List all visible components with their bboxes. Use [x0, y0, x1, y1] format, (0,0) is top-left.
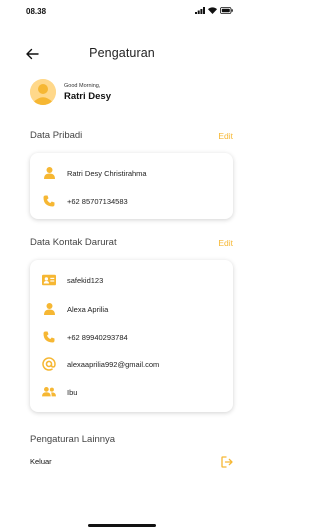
list-item: +62 85707134583: [42, 194, 128, 208]
logout-icon[interactable]: [221, 455, 233, 468]
status-bar: 08.38: [0, 0, 244, 22]
list-item: Ibu: [42, 385, 77, 399]
greeting-block: Good Morning, Ratri Desy: [64, 83, 111, 102]
avatar-icon: [30, 79, 56, 105]
phone-value: +62 85707134583: [67, 196, 128, 206]
list-item: Alexa Aprilia: [42, 302, 108, 316]
status-time: 08.38: [26, 7, 47, 16]
edit-emergency-button[interactable]: Edit: [218, 238, 233, 248]
logout-button[interactable]: Keluar: [30, 457, 52, 466]
wifi-icon: [208, 7, 217, 14]
email-value: alexaaprilia992@gmail.com: [67, 359, 160, 369]
edit-personal-button[interactable]: Edit: [218, 131, 233, 141]
section-title-emergency: Data Kontak Darurat: [30, 237, 117, 248]
person-icon: [42, 166, 56, 180]
list-item: +62 89940293784: [42, 330, 128, 344]
person-icon: [42, 302, 56, 316]
phone-icon: [42, 194, 56, 208]
profile-summary: Good Morning, Ratri Desy: [30, 76, 111, 108]
signal-icon: [195, 7, 205, 14]
at-sign-icon: [42, 357, 56, 371]
emergency-card: safekid123 Alexa Aprilia +62 89940293784…: [30, 260, 233, 412]
battery-icon: [220, 7, 233, 14]
contact-name-value: Alexa Aprilia: [67, 304, 109, 314]
section-title-other: Pengaturan Lainnya: [30, 434, 116, 445]
greeting-text: Good Morning,: [64, 82, 101, 89]
list-item: Ratri Desy Christirahma: [42, 166, 147, 180]
section-title-personal: Data Pribadi: [30, 130, 83, 141]
page-title: Pengaturan: [89, 46, 155, 60]
status-icons: [195, 7, 233, 14]
user-name: Ratri Desy: [64, 90, 111, 102]
personal-card: Ratri Desy Christirahma +62 85707134583: [30, 153, 233, 219]
full-name-value: Ratri Desy Christirahma: [67, 168, 147, 178]
id-card-icon: [42, 273, 56, 287]
list-item: safekid123: [42, 273, 103, 287]
username-value: safekid123: [67, 275, 104, 285]
people-icon: [42, 385, 56, 399]
contact-phone-value: +62 89940293784: [67, 332, 128, 342]
header: Pengaturan: [0, 40, 244, 68]
list-item: alexaaprilia992@gmail.com: [42, 357, 159, 371]
phone-icon: [42, 330, 56, 344]
avatar: [30, 79, 56, 105]
home-indicator: [88, 524, 156, 527]
relationship-value: Ibu: [67, 387, 78, 397]
